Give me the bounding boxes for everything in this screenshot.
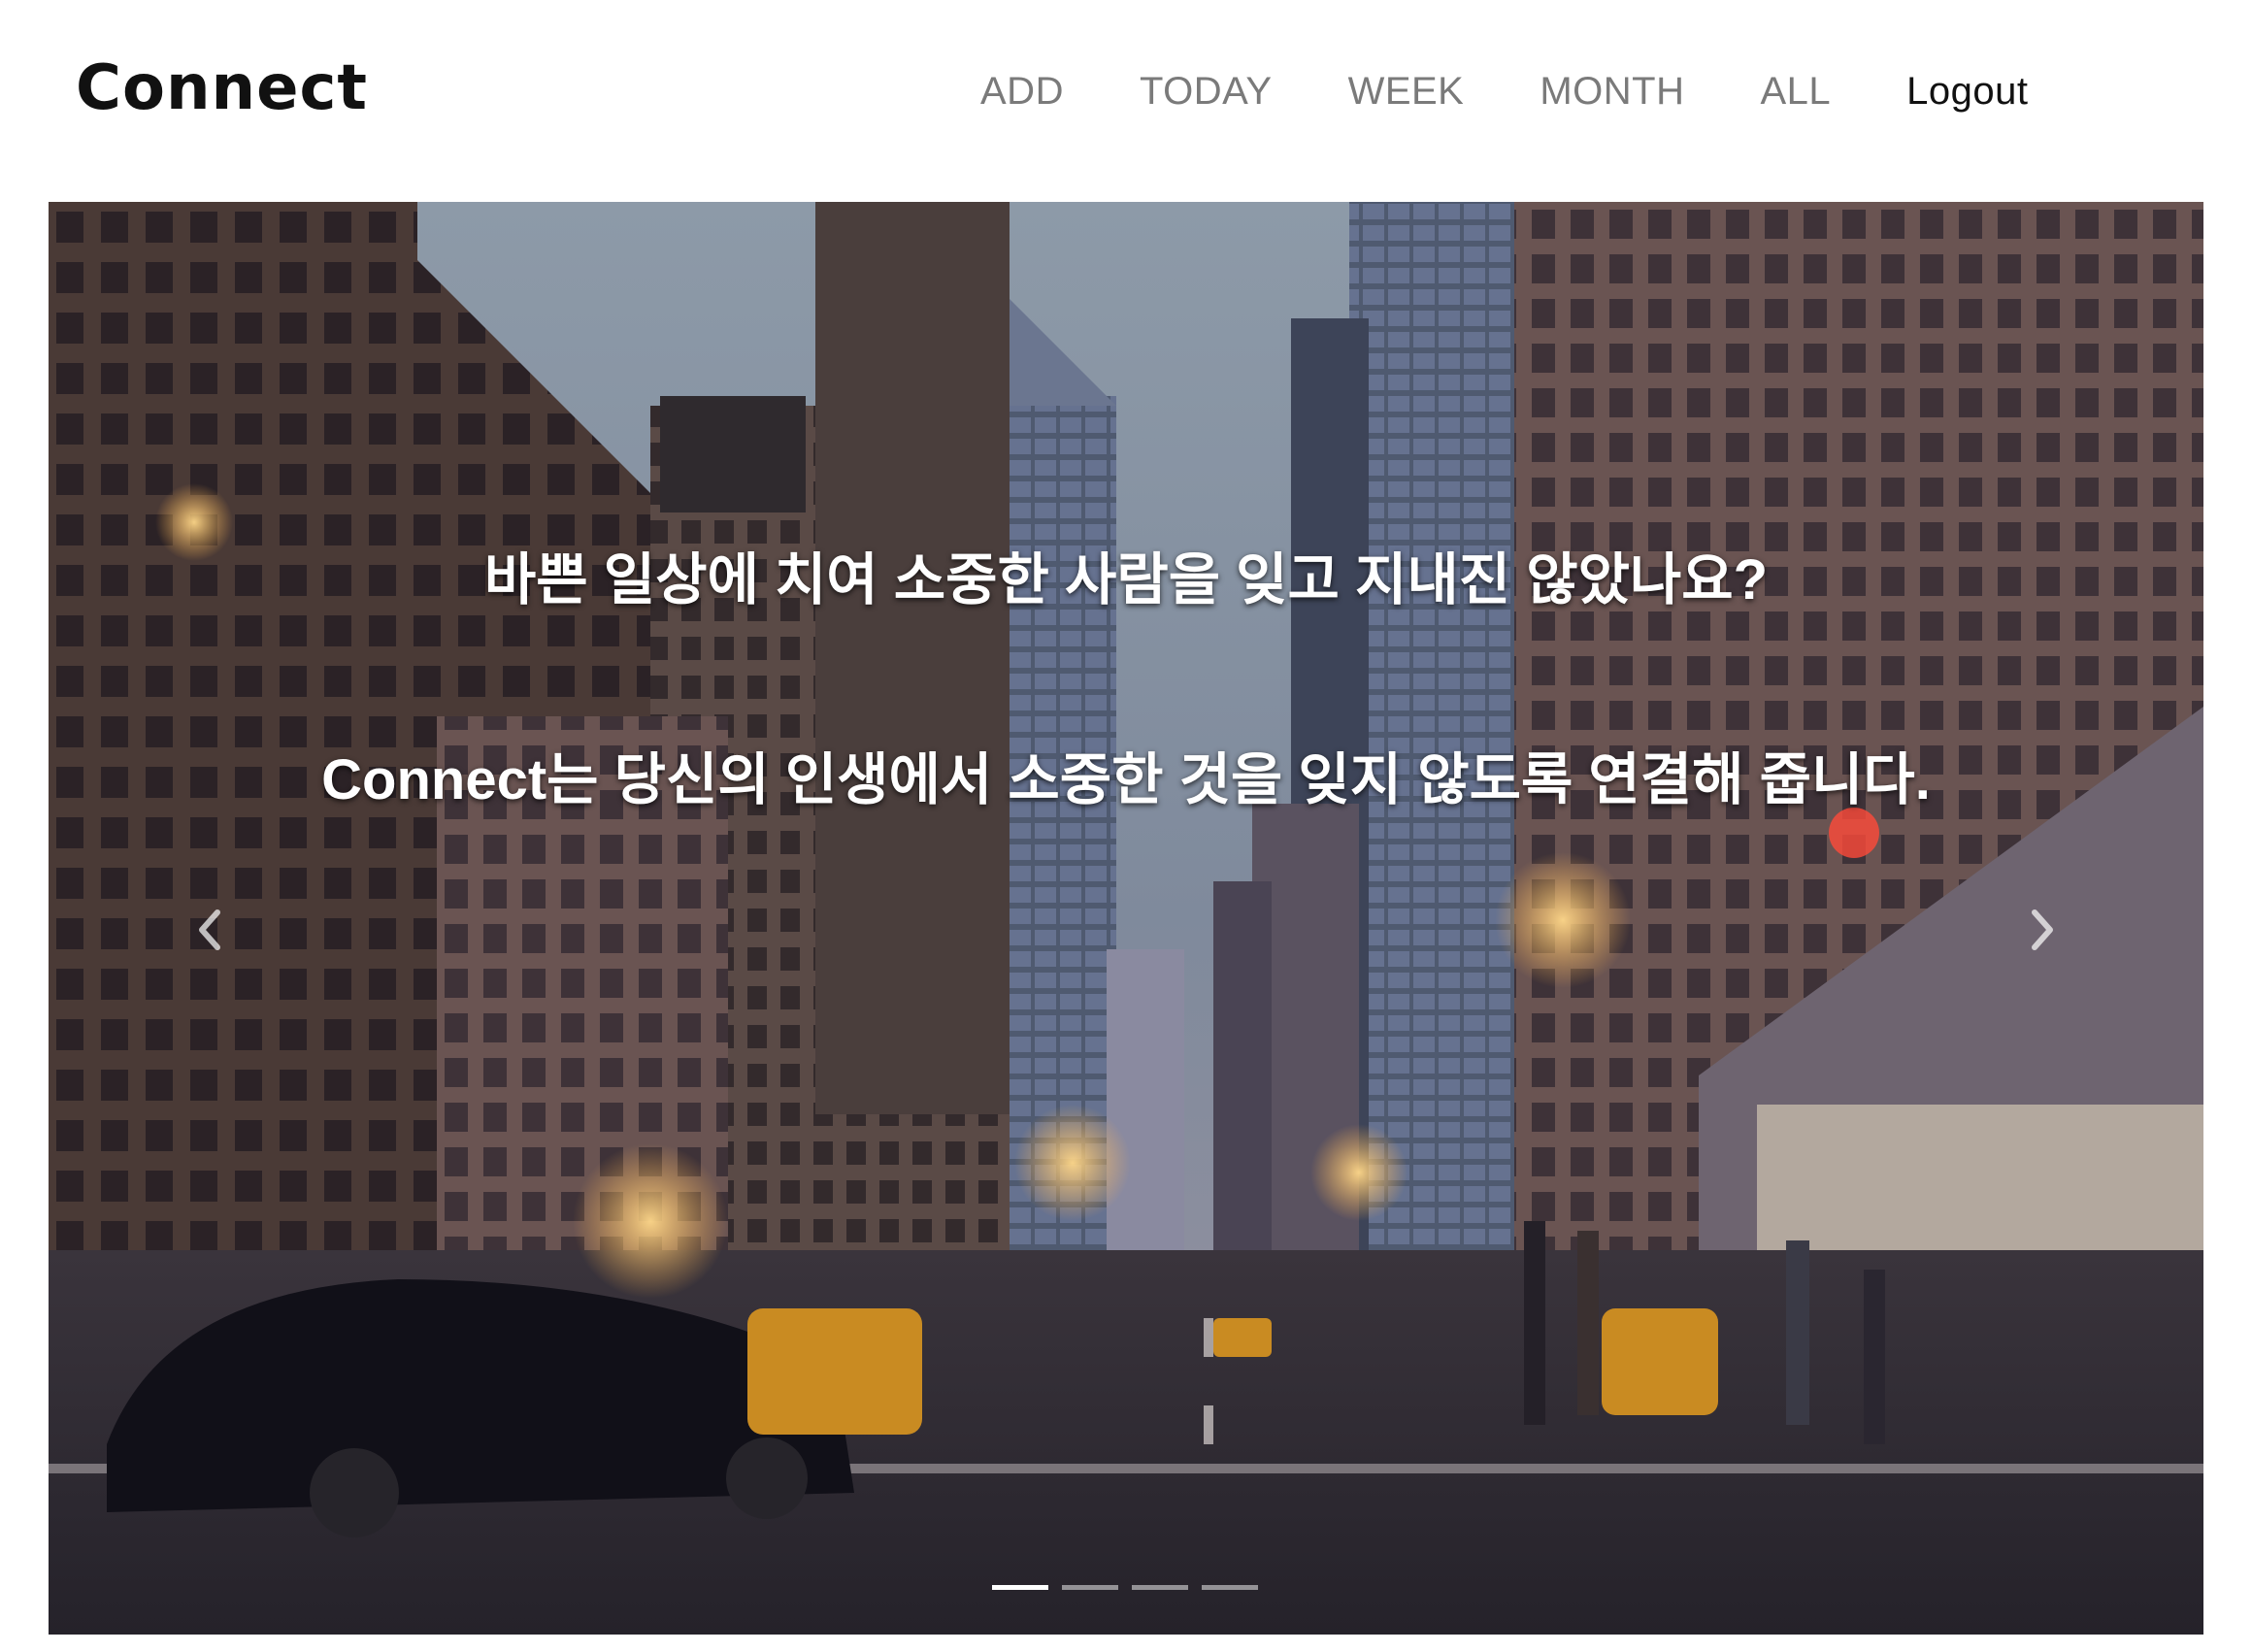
chevron-right-icon <box>2032 909 2053 950</box>
carousel-indicator-2[interactable] <box>1062 1585 1118 1590</box>
logo[interactable]: Connect <box>76 45 368 132</box>
nav-today[interactable]: TODAY <box>1140 70 1273 114</box>
hero-caption-line1: 바쁜 일상에 치여 소중한 사람을 잊고 지내진 않았나요? <box>483 548 1769 611</box>
hero-caption-line2: Connect는 당신의 인생에서 소중한 것을 잊지 않도록 연결해 줍니다. <box>321 748 1931 811</box>
nav-add[interactable]: ADD <box>980 70 1064 114</box>
nav-month[interactable]: MONTH <box>1540 70 1684 114</box>
chevron-left-icon <box>199 909 220 950</box>
carousel-indicator-3[interactable] <box>1132 1585 1188 1590</box>
hero-carousel: 바쁜 일상에 치여 소중한 사람을 잊고 지내진 않았나요? Connect는 … <box>49 202 2203 1635</box>
logout-link[interactable]: Logout <box>1906 70 2028 114</box>
carousel-indicator-1[interactable] <box>992 1585 1048 1590</box>
site-header: Connect ADD TODAY WEEK MONTH ALL Logout <box>0 0 2252 202</box>
nav-week[interactable]: WEEK <box>1348 70 1465 114</box>
carousel-indicators <box>992 1585 1272 1590</box>
carousel-indicator-4[interactable] <box>1202 1585 1258 1590</box>
carousel-next-button[interactable] <box>2014 891 2072 969</box>
city-street-background-image <box>49 202 2203 1635</box>
nav-all[interactable]: ALL <box>1761 70 1832 114</box>
main-nav: ADD TODAY WEEK MONTH ALL Logout <box>980 62 2029 120</box>
carousel-prev-button[interactable] <box>180 891 238 969</box>
